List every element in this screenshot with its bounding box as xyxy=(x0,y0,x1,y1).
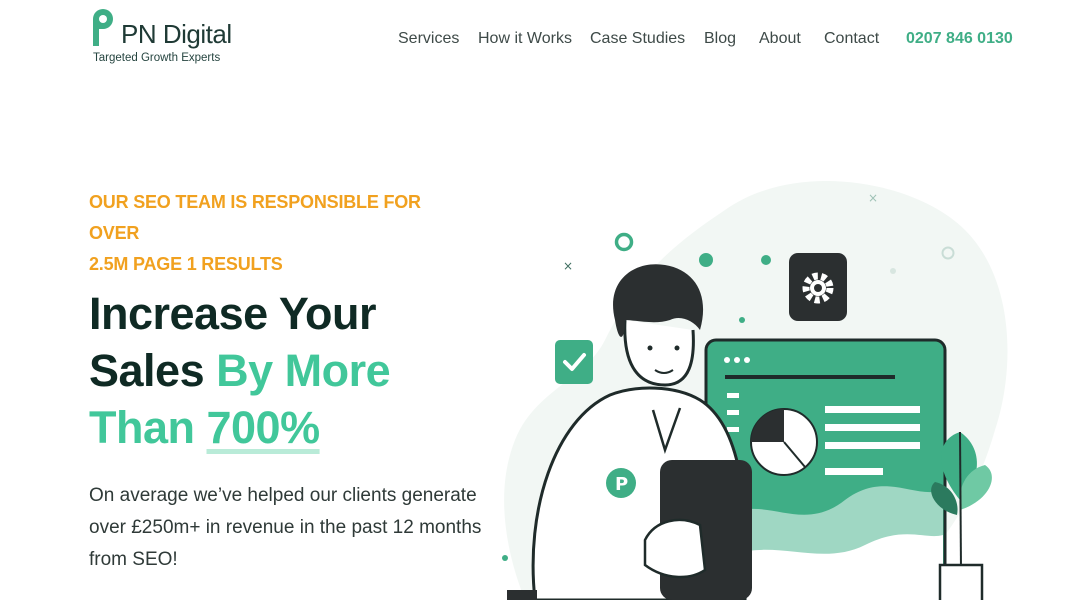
hero-illustration: × × P xyxy=(495,170,1080,600)
decor-dot xyxy=(890,268,896,274)
decor-dot xyxy=(761,255,771,265)
hero-headline: Increase Your Sales By More Than 700% xyxy=(89,285,509,456)
pie-chart-icon xyxy=(750,408,818,476)
checkmark-icon xyxy=(555,340,593,384)
nav-item-services[interactable]: Services xyxy=(398,30,459,48)
headline-line2: Sales By More xyxy=(89,342,509,399)
decor-ring xyxy=(614,232,634,252)
headline-percent: 700% xyxy=(206,402,321,453)
decor-dot xyxy=(699,253,713,267)
decor-cross: × xyxy=(563,259,573,273)
headline-than: Than xyxy=(89,402,207,453)
decor-cross: × xyxy=(868,191,878,205)
shirt-badge-icon: P xyxy=(606,468,636,498)
nav-item-case-studies[interactable]: Case Studies xyxy=(590,30,685,48)
nav-item-blog[interactable]: Blog xyxy=(704,30,736,48)
hero-eyebrow: OUR SEO TEAM IS RESPONSIBLE FOR OVER 2.5… xyxy=(89,187,469,280)
hero-subtext: On average we’ve helped our clients gene… xyxy=(89,485,482,570)
nav-item-how-it-works[interactable]: How it Works xyxy=(478,30,572,48)
headline-line1: Increase Your xyxy=(89,288,377,339)
hero-eyebrow-line1: OUR SEO TEAM IS RESPONSIBLE FOR OVER xyxy=(89,192,421,243)
brand-logo[interactable]: PN Digital Targeted Growth Experts xyxy=(89,9,232,69)
headline-green-part: By More xyxy=(216,345,391,396)
nav-phone-link[interactable]: 0207 846 0130 xyxy=(906,30,1013,48)
brand-tagline: Targeted Growth Experts xyxy=(93,52,221,64)
gear-icon xyxy=(789,253,847,321)
hero-eyebrow-line2: 2.5M PAGE 1 RESULTS xyxy=(89,254,283,274)
nav-item-contact[interactable]: Contact xyxy=(824,30,879,48)
brand-name: PN Digital xyxy=(121,19,232,49)
decor-dot xyxy=(502,555,508,561)
illustration-svg: × × P xyxy=(502,181,1008,600)
headline-line3: Than 700% xyxy=(89,399,509,456)
headline-dark-part: Sales xyxy=(89,345,217,396)
decor-dot xyxy=(739,317,745,323)
nav-item-about[interactable]: About xyxy=(759,30,801,48)
svg-text:P: P xyxy=(615,474,628,495)
logo-mark-icon xyxy=(93,9,113,46)
